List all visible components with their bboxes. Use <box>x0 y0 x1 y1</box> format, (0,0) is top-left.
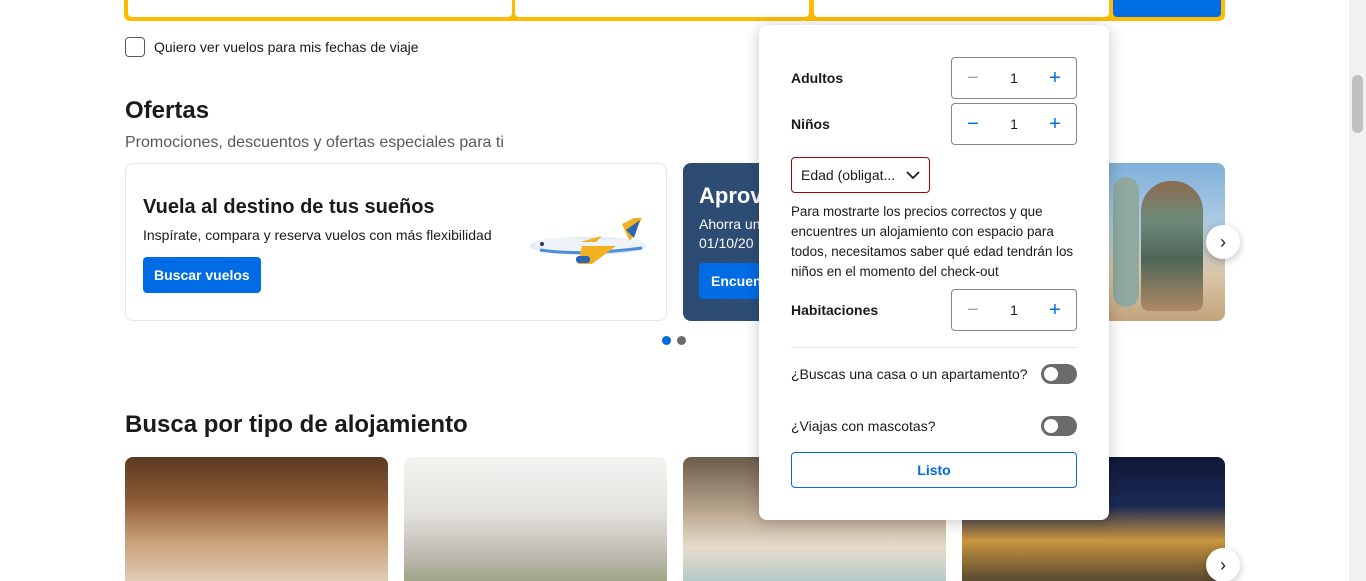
search-flights-button[interactable]: Buscar vuelos <box>143 257 261 293</box>
scrollbar-thumb[interactable] <box>1352 75 1363 133</box>
offer-card-text: Inspírate, compara y reserva vuelos con … <box>143 227 492 243</box>
flights-offer-card: Vuela al destino de tus sueños Inspírate… <box>125 163 667 321</box>
adults-label: Adultos <box>791 70 844 86</box>
child-age-select[interactable]: Edad (obligat... <box>791 157 930 193</box>
plus-icon[interactable]: + <box>1048 114 1062 134</box>
occupancy-popover: Adultos − 1 + Niños − 1 + Edad (obligat.… <box>759 25 1109 520</box>
pets-toggle-label: ¿Viajas con mascotas? <box>791 418 936 434</box>
done-button[interactable]: Listo <box>791 452 1077 488</box>
toggle-knob <box>1044 419 1058 433</box>
property-type-card-hotels[interactable] <box>125 457 388 581</box>
chevron-down-icon <box>906 170 920 179</box>
pagination-dot[interactable] <box>677 336 686 345</box>
property-types-next-button[interactable]: › <box>1206 548 1240 581</box>
offer-card-title: Vuela al destino de tus sueños <box>143 196 435 218</box>
chevron-right-icon: › <box>1220 554 1226 575</box>
pagination-dot[interactable] <box>662 336 671 345</box>
dates-field[interactable] <box>515 0 809 17</box>
minus-icon[interactable]: − <box>966 114 980 134</box>
property-types-title: Busca por tipo de alojamiento <box>125 411 468 438</box>
chevron-right-icon: › <box>1220 231 1226 252</box>
promo-title: Aprov <box>699 183 763 208</box>
minus-icon[interactable]: − <box>966 68 980 88</box>
pets-toggle[interactable] <box>1041 416 1077 436</box>
adults-stepper: − 1 + <box>951 57 1077 99</box>
offers-pagination <box>662 336 686 345</box>
scrollbar[interactable] <box>1349 0 1366 581</box>
search-bar <box>124 0 1225 21</box>
airplane-icon <box>530 218 646 264</box>
surfboard-shape <box>1113 177 1139 307</box>
offers-subtitle: Promociones, descuentos y ofertas especi… <box>125 134 504 151</box>
adults-value: 1 <box>1010 70 1018 86</box>
rooms-stepper: − 1 + <box>951 289 1077 331</box>
flights-checkbox-label: Quiero ver vuelos para mis fechas de via… <box>154 39 419 55</box>
rooms-value: 1 <box>1010 302 1018 318</box>
search-button[interactable] <box>1113 0 1221 17</box>
property-type-card-apartments[interactable] <box>404 457 667 581</box>
child-age-placeholder: Edad (obligat... <box>801 167 896 183</box>
plus-icon[interactable]: + <box>1048 300 1062 320</box>
divider <box>791 347 1077 348</box>
children-label: Niños <box>791 116 830 132</box>
children-stepper: − 1 + <box>951 103 1077 145</box>
rooms-label: Habitaciones <box>791 302 879 318</box>
house-toggle-label: ¿Buscas una casa o un apartamento? <box>791 366 1028 382</box>
offers-next-button[interactable]: › <box>1206 225 1240 259</box>
plus-icon[interactable]: + <box>1048 68 1062 88</box>
toggle-knob <box>1044 367 1058 381</box>
person-shape <box>1141 181 1203 311</box>
offers-title: Ofertas <box>125 97 210 124</box>
children-value: 1 <box>1010 116 1018 132</box>
house-toggle[interactable] <box>1041 364 1077 384</box>
destination-field[interactable] <box>128 0 512 17</box>
promo-text: Ahorra un 01/10/20 <box>699 216 761 251</box>
occupancy-field[interactable] <box>814 0 1109 17</box>
minus-icon[interactable]: − <box>966 300 980 320</box>
child-age-note: Para mostrarte los precios correctos y q… <box>791 204 1074 279</box>
flights-checkbox[interactable] <box>125 37 145 57</box>
flights-checkbox-row[interactable]: Quiero ver vuelos para mis fechas de via… <box>125 37 419 57</box>
